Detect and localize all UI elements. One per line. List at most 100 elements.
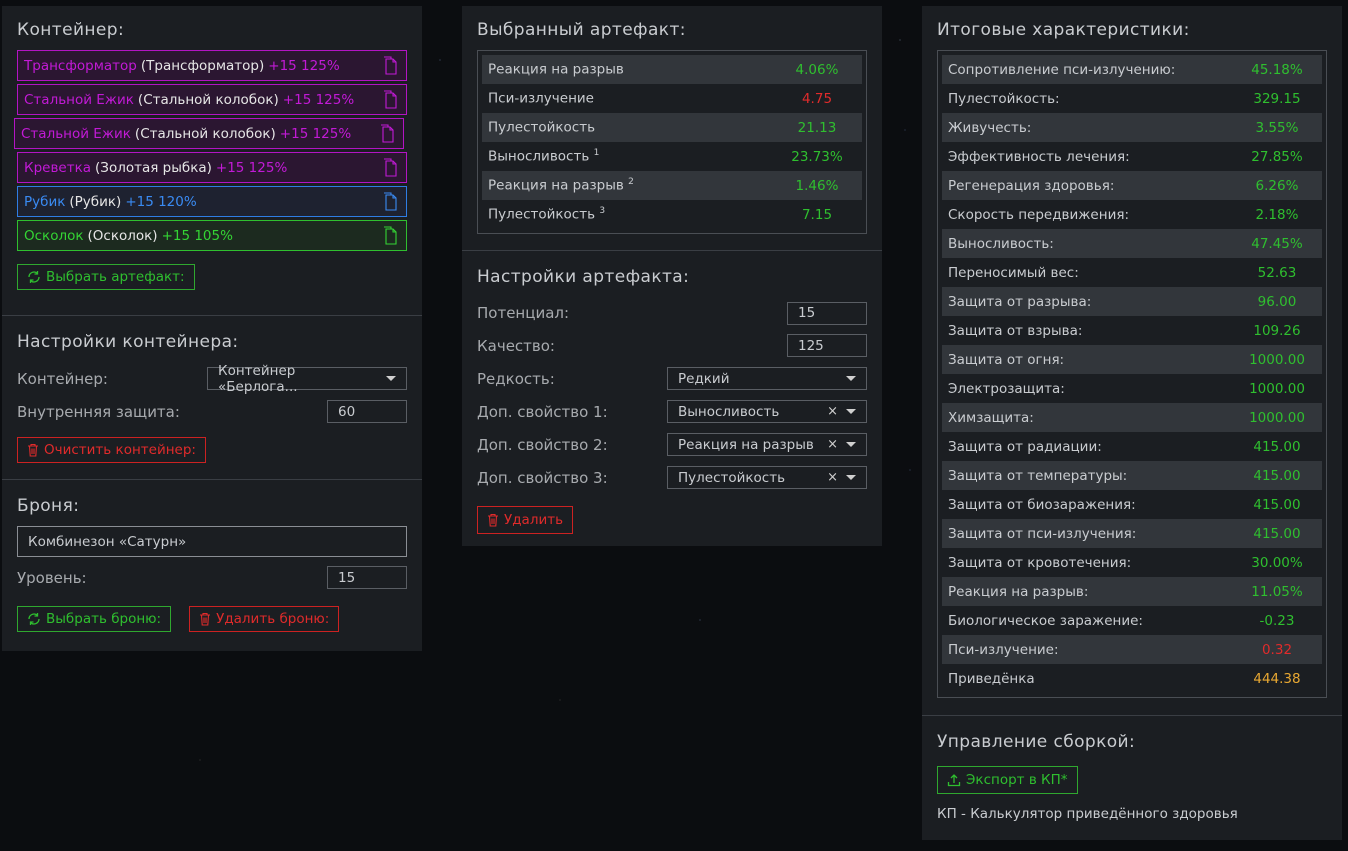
armor-level-input[interactable]: 15: [327, 566, 407, 589]
prop3-select-value: Пулестойкость: [678, 469, 786, 486]
total-stat-value: -0.23: [1259, 612, 1295, 629]
artifact-list: Трансформатор (Трансформатор) +15 125% Стал…: [14, 50, 407, 251]
artifact-name: Стальной Ежик: [24, 91, 134, 108]
chevron-down-icon: [846, 409, 856, 414]
copy-icon[interactable]: [382, 56, 398, 76]
stat-row: Пси-излучение 4.75: [482, 84, 862, 113]
artifact-slot[interactable]: Креветка (Золотая рыбка) +15 125%: [17, 152, 407, 183]
artifact-copy-name: (Стальной колобок): [137, 91, 279, 108]
total-stat-value: 415.00: [1253, 438, 1301, 455]
stat-value: 21.13: [772, 113, 862, 142]
rarity-select[interactable]: Редкий: [667, 367, 867, 390]
armor-name-input[interactable]: Комбинезон «Сатурн»: [17, 526, 407, 557]
artifact-name: Осколок: [24, 227, 84, 244]
artifact-bonus: +15 125%: [268, 57, 340, 74]
prop3-select[interactable]: Пулестойкость ×: [667, 466, 867, 489]
copy-icon[interactable]: [379, 124, 395, 144]
clear-container-button[interactable]: Очистить контейнер:: [17, 437, 206, 463]
trash-icon: [28, 443, 38, 457]
total-stat-row: Скорость передвижения: 2.18%: [942, 200, 1322, 229]
clear-icon[interactable]: ×: [827, 404, 838, 419]
choose-artifact-button[interactable]: Выбрать артефакт:: [17, 264, 195, 290]
stat-value: 1.46%: [772, 171, 862, 200]
export-button[interactable]: Экспорт в КП*: [937, 766, 1078, 794]
quality-label: Качество:: [477, 336, 555, 355]
trash-icon: [488, 513, 498, 527]
stat-row: Реакция на разрыв 2 1.46%: [482, 171, 862, 200]
artifact-name: Стальной Ежик: [21, 125, 131, 142]
artifact-slot[interactable]: Осколок (Осколок) +15 105%: [17, 220, 407, 251]
total-stat-row: Биологическое заражение: -0.23: [942, 606, 1322, 635]
artifact-copy-name: (Осколок): [87, 227, 158, 244]
prop2-label: Доп. свойство 2:: [477, 435, 608, 454]
total-stat-row: Регенерация здоровья: 6.26%: [942, 171, 1322, 200]
refresh-icon: [28, 271, 40, 283]
artifact-slot[interactable]: Стальной Ежик (Стальной колобок) +15 125%: [14, 118, 404, 149]
prop1-select[interactable]: Выносливость ×: [667, 400, 867, 423]
container-settings-section: Настройки контейнера: Контейнер: Контейн…: [2, 315, 422, 479]
total-stat-value: 3.55%: [1232, 113, 1322, 142]
copy-icon[interactable]: [382, 158, 398, 178]
inner-protection-input[interactable]: 60: [327, 400, 407, 423]
artifact-bonus: +15 120%: [125, 193, 197, 210]
artifact-settings-title: Настройки артефакта:: [477, 267, 690, 287]
artifact-slot[interactable]: Рубик (Рубик) +15 120%: [17, 186, 407, 217]
artifact-name: Рубик: [24, 193, 66, 210]
artifact-slot[interactable]: Стальной Ежик (Стальной колобок) +15 125%: [17, 84, 407, 115]
total-stat-row: Переносимый вес: 52.63: [942, 258, 1322, 287]
total-stat-label: Защита от пси-излучения:: [942, 519, 1232, 548]
stat-row: Пулестойкость 3 7.15: [482, 200, 862, 229]
stat-row: Реакция на разрыв 4.06%: [482, 55, 862, 84]
total-stat-row: Химзащита: 1000.00: [942, 403, 1322, 432]
build-note: КП - Калькулятор приведённого здоровья: [937, 806, 1238, 822]
total-stat-label: Защита от биозаражения:: [948, 496, 1136, 513]
total-stat-value: 1000.00: [1249, 380, 1305, 397]
inner-protection-label: Внутренняя защита:: [17, 402, 180, 421]
stat-value: 23.73%: [791, 148, 843, 165]
delete-armor-button[interactable]: Удалить броню:: [189, 606, 340, 632]
total-stat-value: 11.05%: [1232, 577, 1322, 606]
stat-row: Пулестойкость 21.13: [482, 113, 862, 142]
container-select-value: Контейнер «Берлога...: [218, 362, 298, 395]
totals-section: Итоговые характеристики: Сопротивление п…: [922, 6, 1342, 715]
copy-icon[interactable]: [382, 192, 398, 212]
potential-label: Потенциал:: [477, 304, 570, 322]
prop1-label: Доп. свойство 1:: [477, 402, 608, 421]
total-stat-row: Защита от кровотечения: 30.00%: [942, 548, 1322, 577]
clear-icon[interactable]: ×: [827, 470, 838, 485]
choose-armor-label: Выбрать броню:: [46, 611, 162, 627]
quality-input[interactable]: 125: [787, 334, 867, 357]
artifact-name: Креветка: [24, 159, 92, 176]
copy-icon[interactable]: [382, 90, 398, 110]
total-stat-row: Пси-излучение: 0.32: [942, 635, 1322, 664]
choose-armor-button[interactable]: Выбрать броню:: [17, 606, 172, 632]
total-stat-row: Приведёнка 444.38: [942, 664, 1322, 693]
clear-icon[interactable]: ×: [827, 437, 838, 452]
container-section: Контейнер: Трансформатор (Трансформатор) +…: [2, 6, 422, 315]
armor-level-label: Уровень:: [17, 568, 87, 587]
artifact-settings-section: Настройки артефакта: Потенциал: 15 Качес…: [462, 250, 882, 534]
delete-artifact-button[interactable]: Удалить: [477, 506, 574, 534]
stat-value: 7.15: [801, 206, 833, 223]
total-stat-row: Пулестойкость: 329.15: [942, 84, 1322, 113]
totals-stats-box: Сопротивление пси-излучению: 45.18% Пулест…: [937, 50, 1327, 698]
copy-icon[interactable]: [382, 226, 398, 246]
total-stat-value: 0.32: [1232, 635, 1322, 664]
container-select[interactable]: Контейнер «Берлога...: [207, 363, 407, 395]
prop2-select[interactable]: Реакция на разрыв ×: [667, 433, 867, 456]
total-stat-value: 415.00: [1253, 496, 1301, 513]
total-stat-label: Защита от разрыва:: [942, 287, 1232, 316]
total-stat-row: Сопротивление пси-излучению: 45.18%: [942, 55, 1322, 84]
stat-value: 4.06%: [772, 55, 862, 84]
artifact-slot[interactable]: Трансформатор (Трансформатор) +15 125%: [17, 50, 407, 81]
artifact-bonus: +15 125%: [215, 159, 288, 176]
total-stat-label: Выносливость:: [942, 229, 1232, 258]
total-stat-row: Живучесть: 3.55%: [942, 113, 1322, 142]
prop3-label: Доп. свойство 3:: [477, 468, 608, 487]
total-stat-label: Электрозащита:: [948, 380, 1065, 397]
potential-input[interactable]: 15: [787, 301, 867, 325]
chevron-down-icon: [846, 442, 856, 447]
total-stat-label: Химзащита:: [942, 403, 1232, 432]
stat-sup: 2: [628, 177, 634, 188]
delete-artifact-label: Удалить: [504, 512, 564, 528]
